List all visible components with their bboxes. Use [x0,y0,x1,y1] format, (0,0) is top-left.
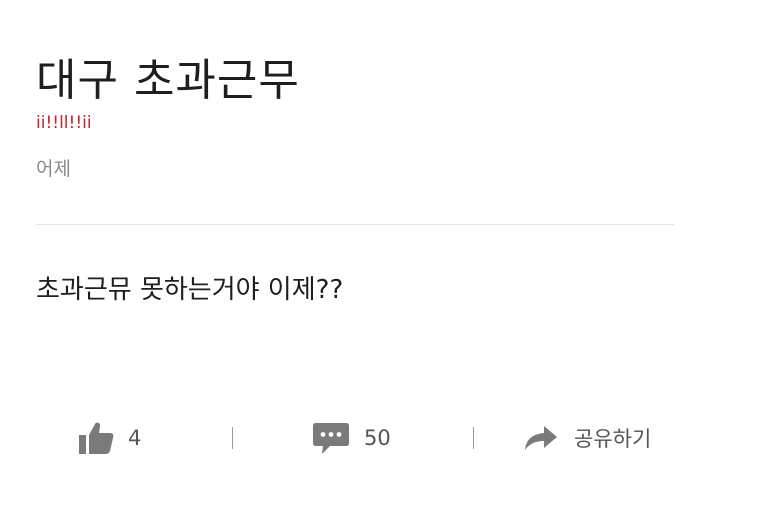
thumbs-up-icon [78,421,114,455]
speech-bubble-icon [312,421,350,455]
action-bar: 4 50 공유하기 [0,418,776,458]
author-name[interactable]: ii!!ll!!ii [36,112,92,134]
post-body: 초과근뮤 못하는거야 이제?? [36,275,344,305]
like-count: 4 [128,426,142,450]
separator [232,427,233,449]
comment-count: 50 [364,426,391,450]
comment-button[interactable]: 50 [312,418,391,458]
separator [473,427,474,449]
like-button[interactable]: 4 [78,418,141,458]
share-arrow-icon [524,424,558,452]
divider [36,224,674,225]
post-date: 어제 [36,158,71,180]
share-label: 공유하기 [574,427,652,451]
share-button[interactable]: 공유하기 [524,418,651,458]
post-title: 대구 초과근무 [36,55,300,107]
